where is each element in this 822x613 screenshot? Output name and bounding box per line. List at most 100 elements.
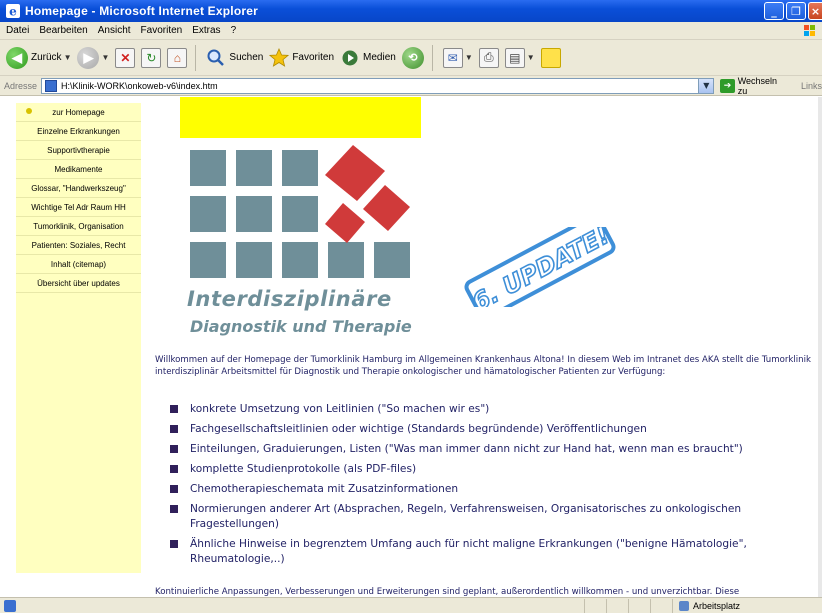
nav-item-label: Wichtige Tel Adr Raum HH xyxy=(31,202,126,212)
forward-arrow-icon: ▶ xyxy=(77,46,100,69)
nav-item-label: Übersicht über updates xyxy=(37,278,120,288)
search-icon xyxy=(207,49,225,66)
logo-title: Interdisziplinäre xyxy=(187,287,392,311)
menu-bar: Datei Bearbeiten Ansicht Favoriten Extra… xyxy=(0,22,822,40)
forward-dropdown-icon[interactable]: ▼ xyxy=(101,53,109,62)
nav-item-home[interactable]: zur Homepage xyxy=(16,103,141,122)
status-cell xyxy=(628,599,650,613)
address-bar: Adresse H:\Klinik-WORK\onkoweb-v6\index.… xyxy=(0,76,822,96)
logo-subtitle: Diagnostik und Therapie xyxy=(190,317,412,336)
refresh-icon: ↻ xyxy=(141,47,162,68)
list-item-text: Ähnliche Hinweise in begrenztem Umfang a… xyxy=(190,538,747,565)
mail-dropdown-icon[interactable]: ▼ xyxy=(465,53,473,62)
menu-favorites[interactable]: Favoriten xyxy=(141,25,183,36)
toolbar: ◀ Zurück ▼ ▶ ▼ ✕ ↻ ⌂ Suchen Favoriten Me… xyxy=(0,40,822,76)
history-icon: ⟲ xyxy=(401,46,424,69)
search-label: Suchen xyxy=(229,52,264,63)
outro-text: Kontinuierliche Anpassungen, Verbesserun… xyxy=(155,587,740,597)
list-item: Normierungen anderer Art (Absprachen, Re… xyxy=(170,502,810,532)
bullet-square-icon xyxy=(170,425,178,433)
close-button[interactable]: × xyxy=(808,2,822,20)
search-button[interactable]: Suchen xyxy=(206,48,263,68)
back-label: Zurück xyxy=(31,52,62,63)
minimize-button[interactable]: _ xyxy=(764,2,784,20)
security-zone: Arbeitsplatz xyxy=(672,599,822,613)
ie-logo-icon: e xyxy=(6,4,20,19)
svg-text:e: e xyxy=(9,5,17,19)
nav-item-diseases[interactable]: Einzelne Erkrankungen xyxy=(16,122,141,141)
nav-item-patients-social[interactable]: Patienten: Soziales, Recht xyxy=(16,236,141,255)
nav-item-supportive-therapy[interactable]: Supportivtherapie xyxy=(16,141,141,160)
forward-button[interactable]: ▶ ▼ xyxy=(77,46,109,69)
address-label: Adresse xyxy=(4,80,38,91)
list-item-text: konkrete Umsetzung von Leitlinien ("So m… xyxy=(190,403,490,415)
favorites-button[interactable]: Favoriten xyxy=(269,47,334,68)
note-button[interactable] xyxy=(540,47,561,68)
maximize-button[interactable]: ❐ xyxy=(786,2,806,20)
address-dropdown-icon[interactable]: ▼ xyxy=(698,78,714,93)
nav-item-label: Tumorklinik, Organisation xyxy=(33,221,124,231)
nav-item-organisation[interactable]: Tumorklinik, Organisation xyxy=(16,217,141,236)
menu-view[interactable]: Ansicht xyxy=(98,25,131,36)
vertical-scrollbar[interactable] xyxy=(818,97,822,597)
window-controls: _ ❐ × xyxy=(762,2,822,20)
history-button[interactable]: ⟲ xyxy=(401,46,424,69)
left-navigation: zur Homepage Einzelne Erkrankungen Suppo… xyxy=(16,103,141,573)
media-button[interactable]: Medien xyxy=(340,48,396,68)
back-dropdown-icon[interactable]: ▼ xyxy=(64,53,72,62)
edit-dropdown-icon[interactable]: ▼ xyxy=(527,53,535,62)
bullet-dot-icon xyxy=(26,108,32,114)
refresh-button[interactable]: ↻ xyxy=(141,47,162,68)
star-icon xyxy=(269,47,290,67)
status-cells: Arbeitsplatz xyxy=(584,599,822,613)
menu-tools[interactable]: Extras xyxy=(192,25,220,36)
address-input[interactable]: H:\Klinik-WORK\onkoweb-v6\index.htm ▼ xyxy=(41,77,715,94)
bullet-square-icon xyxy=(170,445,178,453)
zone-label: Arbeitsplatz xyxy=(693,601,741,611)
go-button[interactable]: ➔ Wechseln zu xyxy=(720,76,787,96)
windows-flag-icon xyxy=(804,25,815,36)
nav-item-glossary[interactable]: Glossar, "Handwerkszeug" xyxy=(16,179,141,198)
bullet-square-icon xyxy=(170,505,178,513)
back-button[interactable]: ◀ Zurück ▼ xyxy=(6,46,72,69)
home-button[interactable]: ⌂ xyxy=(167,47,188,68)
menu-edit[interactable]: Bearbeiten xyxy=(39,25,87,36)
stop-button[interactable]: ✕ xyxy=(115,47,136,68)
bullet-square-icon xyxy=(170,540,178,548)
nav-item-label: Glossar, "Handwerkszeug" xyxy=(31,183,126,193)
mail-button[interactable]: ✉ ▼ xyxy=(442,47,473,68)
menu-help[interactable]: ? xyxy=(231,25,237,36)
highlight-bar xyxy=(180,97,421,138)
go-arrow-icon: ➔ xyxy=(720,78,735,93)
list-item: Ähnliche Hinweise in begrenztem Umfang a… xyxy=(170,537,810,567)
title-bar[interactable]: e Homepage - Microsoft Internet Explorer… xyxy=(0,0,822,22)
nav-item-label: Medikamente xyxy=(54,164,103,174)
nav-item-label: Einzelne Erkrankungen xyxy=(37,126,120,136)
edit-button[interactable]: ▤ ▼ xyxy=(504,47,535,68)
list-item: Fachgesellschaftsleitlinien oder wichtig… xyxy=(170,422,810,437)
nav-item-medications[interactable]: Medikamente xyxy=(16,160,141,179)
bullet-square-icon xyxy=(170,405,178,413)
page-icon xyxy=(45,79,58,92)
list-item-text: Einteilungen, Graduierungen, Listen ("Wa… xyxy=(190,443,743,455)
nav-item-phone-addresses[interactable]: Wichtige Tel Adr Raum HH xyxy=(16,198,141,217)
address-url: H:\Klinik-WORK\onkoweb-v6\index.htm xyxy=(61,80,218,91)
mail-icon: ✉ xyxy=(442,47,463,68)
list-item: komplette Studienprotokolle (als PDF-fil… xyxy=(170,462,810,477)
nav-item-updates[interactable]: Übersicht über updates xyxy=(16,274,141,293)
list-item-text: Fachgesellschaftsleitlinien oder wichtig… xyxy=(190,423,647,435)
nav-item-sitemap[interactable]: Inhalt (citemap) xyxy=(16,255,141,274)
feature-list: konkrete Umsetzung von Leitlinien ("So m… xyxy=(170,402,810,572)
note-icon xyxy=(540,47,561,68)
list-item-text: komplette Studienprotokolle (als PDF-fil… xyxy=(190,463,417,475)
list-item-text: Normierungen anderer Art (Absprachen, Re… xyxy=(190,503,742,530)
print-button[interactable]: ⎙ xyxy=(478,47,499,68)
print-icon: ⎙ xyxy=(478,47,499,68)
status-cell xyxy=(606,599,628,613)
nav-item-label: zur Homepage xyxy=(52,107,105,117)
nav-item-label: Inhalt (citemap) xyxy=(50,259,107,269)
links-button[interactable]: Links xyxy=(801,81,822,91)
menu-file[interactable]: Datei xyxy=(6,25,29,36)
computer-icon xyxy=(679,601,689,611)
page-status-icon xyxy=(4,599,16,612)
